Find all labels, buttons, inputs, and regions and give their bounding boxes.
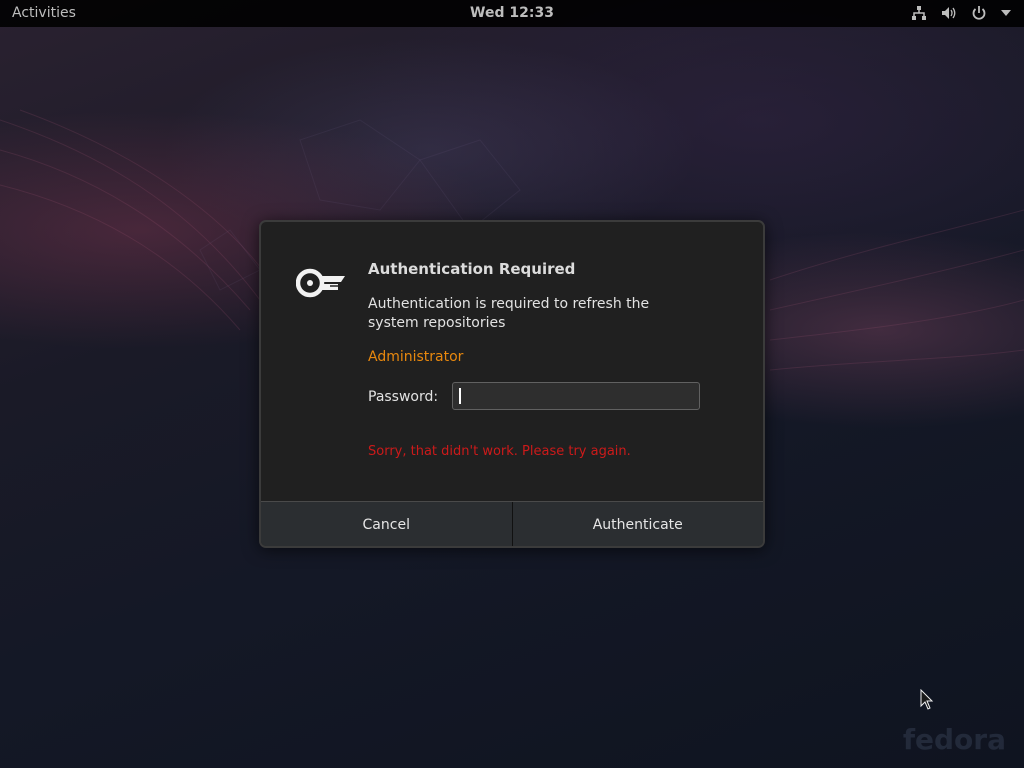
network-icon[interactable]: [910, 4, 928, 22]
authentication-dialog: Authentication Required Authentication i…: [259, 220, 765, 548]
dialog-button-row: Cancel Authenticate: [261, 501, 763, 546]
password-label: Password:: [368, 389, 439, 405]
user-name: Administrator: [368, 349, 464, 365]
dialog-title: Authentication Required: [368, 260, 576, 278]
text-cursor: [459, 388, 461, 404]
password-input[interactable]: [452, 382, 700, 410]
activities-button[interactable]: Activities: [12, 5, 76, 21]
mouse-pointer-icon: [920, 689, 934, 710]
power-icon[interactable]: [970, 4, 988, 22]
top-bar: Activities Wed 12:33: [0, 0, 1024, 27]
clock[interactable]: Wed 12:33: [470, 5, 554, 21]
authenticate-button[interactable]: Authenticate: [511, 502, 763, 546]
cancel-button[interactable]: Cancel: [261, 502, 512, 546]
system-tray[interactable]: [910, 4, 1012, 22]
volume-icon[interactable]: [940, 4, 958, 22]
key-icon: [295, 266, 346, 300]
clock-container: Wed 12:33: [0, 5, 1024, 21]
error-message: Sorry, that didn't work. Please try agai…: [368, 444, 631, 459]
dialog-description: Authentication is required to refresh th…: [368, 296, 650, 331]
fedora-logo: fedora: [902, 723, 1006, 756]
chevron-down-icon[interactable]: [1000, 4, 1012, 22]
